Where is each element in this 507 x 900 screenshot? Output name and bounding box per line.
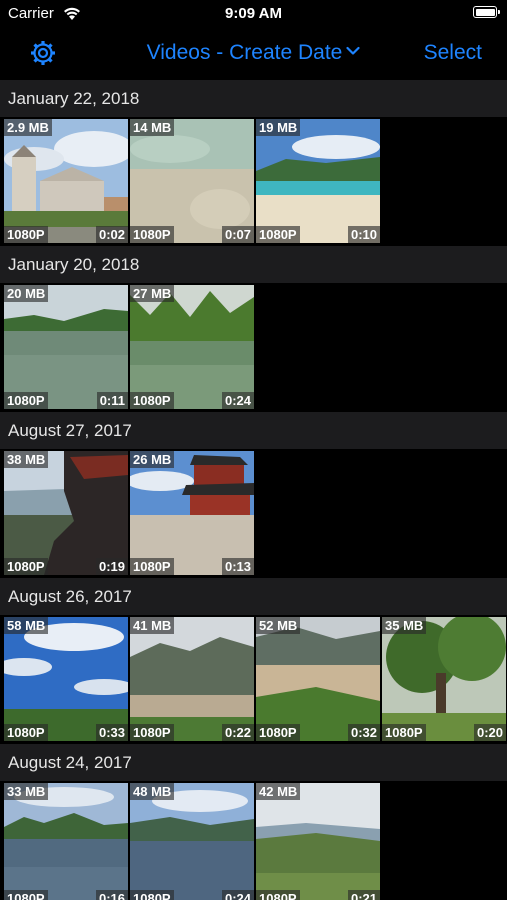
video-thumbnail-image	[4, 119, 128, 243]
file-size-badge: 58 MB	[4, 617, 49, 634]
duration-badge: 0:10	[347, 226, 380, 243]
resolution-badge: 1080P	[4, 558, 48, 575]
file-size-badge: 14 MB	[130, 119, 175, 136]
resolution-badge: 1080P	[4, 890, 48, 900]
duration-badge: 0:11	[96, 392, 128, 409]
duration-badge: 0:22	[221, 724, 254, 741]
video-thumbnail[interactable]: 27 MB 1080P 0:24	[130, 285, 254, 409]
video-thumbnail[interactable]: 19 MB 1080P 0:10	[256, 119, 380, 243]
file-size-badge: 41 MB	[130, 617, 175, 634]
duration-badge: 0:02	[95, 226, 128, 243]
resolution-badge: 1080P	[256, 226, 300, 243]
video-thumbnail-image	[4, 451, 128, 575]
resolution-badge: 1080P	[4, 392, 48, 409]
video-thumbnail-image	[256, 783, 380, 900]
navigation-bar: Videos - Create Date Select	[0, 28, 507, 78]
video-grid: 33 MB 1080P 0:16 48 MB 1080P 0:24 42 MB	[0, 781, 507, 900]
resolution-badge: 1080P	[4, 724, 48, 741]
file-size-badge: 38 MB	[4, 451, 49, 468]
video-grid: 38 MB 1080P 0:19 26 MB 1080P 0:13	[0, 449, 507, 578]
video-list[interactable]: January 22, 2018 2.9 MB 1080P 0:02 14 MB…	[0, 80, 507, 900]
video-thumbnail[interactable]: 2.9 MB 1080P 0:02	[4, 119, 128, 243]
file-size-badge: 26 MB	[130, 451, 175, 468]
duration-badge: 0:20	[473, 724, 506, 741]
nav-title-label: Videos - Create Date	[146, 41, 343, 64]
video-thumbnail[interactable]: 52 MB 1080P 0:32	[256, 617, 380, 741]
video-thumbnail[interactable]: 42 MB 1080P 0:21	[256, 783, 380, 900]
file-size-badge: 20 MB	[4, 285, 49, 302]
section-date-header: August 24, 2017	[0, 744, 507, 781]
battery-icon	[473, 6, 500, 18]
duration-badge: 0:21	[347, 890, 380, 900]
resolution-badge: 1080P	[130, 890, 174, 900]
chevron-down-icon	[346, 46, 360, 55]
section-date-header: August 26, 2017	[0, 578, 507, 615]
video-thumbnail[interactable]: 14 MB 1080P 0:07	[130, 119, 254, 243]
video-thumbnail-image	[4, 783, 128, 900]
video-thumbnail-image	[4, 617, 128, 741]
duration-badge: 0:07	[221, 226, 254, 243]
video-thumbnail-image	[256, 617, 380, 741]
resolution-badge: 1080P	[130, 226, 174, 243]
file-size-badge: 48 MB	[130, 783, 175, 800]
video-thumbnail[interactable]: 41 MB 1080P 0:22	[130, 617, 254, 741]
video-thumbnail-image	[382, 617, 506, 741]
video-thumbnail[interactable]: 20 MB 1080P 0:11	[4, 285, 128, 409]
status-time: 9:09 AM	[225, 5, 282, 22]
file-size-badge: 35 MB	[382, 617, 427, 634]
resolution-badge: 1080P	[256, 724, 300, 741]
section-date-header: January 20, 2018	[0, 246, 507, 283]
status-bar: Carrier 9:09 AM	[0, 0, 507, 28]
duration-badge: 0:24	[221, 392, 254, 409]
video-thumbnail-image	[130, 451, 254, 575]
file-size-badge: 52 MB	[256, 617, 301, 634]
duration-badge: 0:13	[221, 558, 254, 575]
duration-badge: 0:33	[95, 724, 128, 741]
resolution-badge: 1080P	[256, 890, 300, 900]
duration-badge: 0:19	[95, 558, 128, 575]
video-thumbnail-image	[130, 119, 254, 243]
video-thumbnail-image	[130, 617, 254, 741]
resolution-badge: 1080P	[382, 724, 426, 741]
video-thumbnail[interactable]: 38 MB 1080P 0:19	[4, 451, 128, 575]
resolution-badge: 1080P	[130, 392, 174, 409]
video-thumbnail[interactable]: 33 MB 1080P 0:16	[4, 783, 128, 900]
video-thumbnail-image	[130, 783, 254, 900]
video-thumbnail[interactable]: 58 MB 1080P 0:33	[4, 617, 128, 741]
file-size-badge: 27 MB	[130, 285, 175, 302]
file-size-badge: 33 MB	[4, 783, 49, 800]
video-grid: 2.9 MB 1080P 0:02 14 MB 1080P 0:07 19 MB…	[0, 117, 507, 246]
file-size-badge: 19 MB	[256, 119, 301, 136]
file-size-badge: 42 MB	[256, 783, 301, 800]
video-grid: 58 MB 1080P 0:33 41 MB 1080P 0:22 52 MB	[0, 615, 507, 744]
video-thumbnail-image	[4, 285, 128, 409]
resolution-badge: 1080P	[130, 558, 174, 575]
select-button[interactable]: Select	[424, 41, 482, 65]
resolution-badge: 1080P	[130, 724, 174, 741]
video-thumbnail[interactable]: 48 MB 1080P 0:24	[130, 783, 254, 900]
video-grid: 20 MB 1080P 0:11 27 MB 1080P 0:24	[0, 283, 507, 412]
video-thumbnail-image	[130, 285, 254, 409]
video-thumbnail[interactable]: 35 MB 1080P 0:20	[382, 617, 506, 741]
duration-badge: 0:16	[95, 890, 128, 900]
duration-badge: 0:32	[347, 724, 380, 741]
file-size-badge: 2.9 MB	[4, 119, 52, 136]
section-date-header: August 27, 2017	[0, 412, 507, 449]
video-thumbnail[interactable]: 26 MB 1080P 0:13	[130, 451, 254, 575]
resolution-badge: 1080P	[4, 226, 48, 243]
section-date-header: January 22, 2018	[0, 80, 507, 117]
duration-badge: 0:24	[221, 890, 254, 900]
video-thumbnail-image	[256, 119, 380, 243]
